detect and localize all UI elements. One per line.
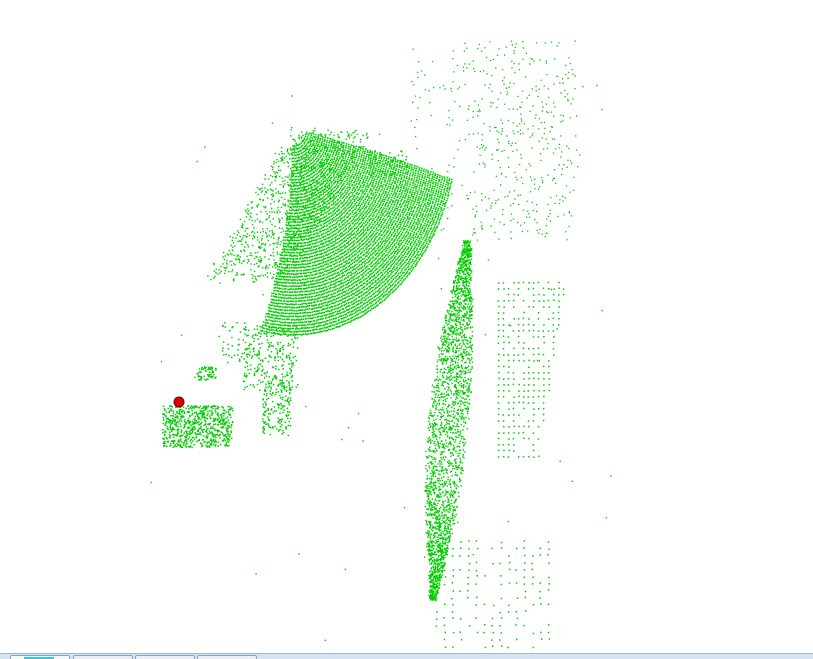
tab-1[interactable] xyxy=(10,655,70,659)
selected-point-marker[interactable] xyxy=(173,396,185,408)
point-cloud-dots xyxy=(150,40,612,649)
tab-2[interactable] xyxy=(73,655,133,659)
point-cloud-viewport[interactable] xyxy=(0,0,813,653)
point-cloud-canvas[interactable] xyxy=(0,0,813,653)
tab-4[interactable] xyxy=(197,655,257,659)
point-cloud-points xyxy=(150,40,612,649)
tab-3[interactable] xyxy=(135,655,195,659)
bottom-tab-strip xyxy=(0,653,813,659)
